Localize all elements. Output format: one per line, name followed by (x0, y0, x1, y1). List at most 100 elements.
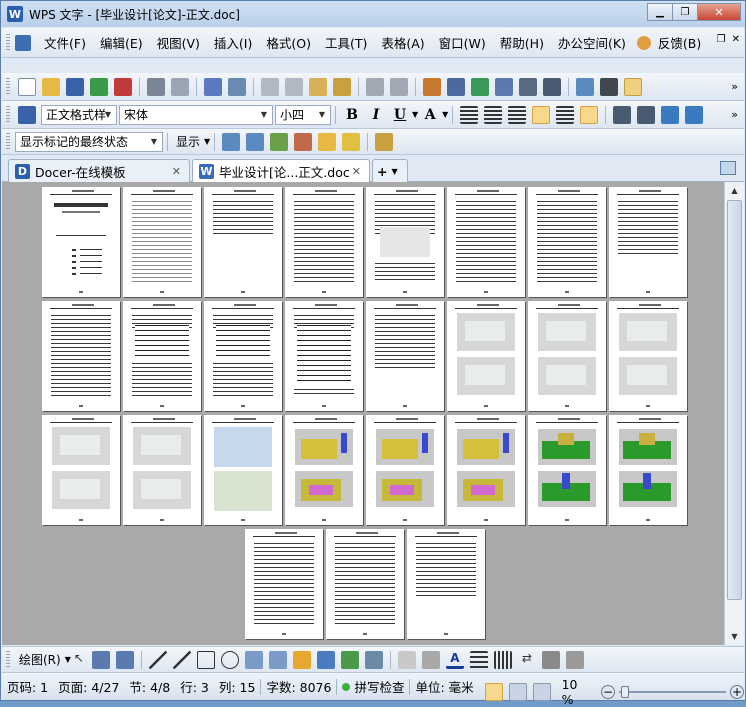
web-view-icon[interactable] (508, 683, 527, 701)
page-thumbnail[interactable] (42, 301, 120, 411)
vertical-scrollbar[interactable]: ▲ ▼ (724, 182, 744, 645)
toolbar-grip[interactable] (6, 132, 10, 151)
arrow-style-icon[interactable]: ⇄ (518, 651, 536, 669)
new-icon[interactable] (18, 77, 36, 96)
menu-edit[interactable]: 编辑(E) (93, 32, 150, 54)
fill-color-icon[interactable] (397, 650, 416, 669)
more-chevron-icon-2[interactable]: » (731, 108, 738, 121)
char-effect-button[interactable]: A (420, 105, 440, 125)
close-button[interactable]: ✕ (697, 3, 741, 21)
document-canvas[interactable] (2, 182, 724, 645)
picture-icon[interactable] (364, 650, 383, 669)
scroll-thumb[interactable] (727, 200, 742, 600)
arrow-icon[interactable] (172, 650, 191, 669)
3d-icon[interactable] (565, 650, 584, 669)
paste-icon[interactable] (309, 77, 327, 96)
undo-icon[interactable] (366, 77, 384, 96)
font-size-select[interactable]: 小四 ▼ (275, 104, 331, 125)
page-thumbnail[interactable] (366, 415, 444, 525)
vertical-textbox-icon[interactable] (268, 650, 287, 669)
markup-mode-select[interactable]: 显示标记的最终状态 ▼ (15, 131, 163, 152)
tab-close-icon[interactable]: ✕ (352, 165, 361, 178)
underline-button[interactable]: U (390, 105, 410, 125)
new-comment-icon[interactable] (318, 132, 337, 151)
redo-icon[interactable] (390, 77, 408, 96)
show-marks-icon[interactable] (600, 77, 618, 96)
menu-feedback[interactable]: 反馈(B) (651, 32, 708, 54)
zoom-in-icon[interactable]: + (730, 685, 744, 699)
menu-grip[interactable] (6, 33, 10, 52)
print-icon[interactable] (147, 77, 165, 96)
reject-change-icon[interactable] (294, 132, 313, 151)
page-thumbnail[interactable] (609, 415, 687, 525)
more-chevron-icon[interactable]: » (731, 80, 738, 93)
restore-doc-icon[interactable]: ❐ (717, 34, 726, 45)
line-icon[interactable] (148, 650, 167, 669)
page-thumbnail[interactable] (528, 415, 606, 525)
reading-mode-icon[interactable] (624, 77, 642, 96)
text-direction-icon[interactable] (543, 77, 561, 96)
rectangle-icon[interactable] (196, 650, 215, 669)
page-thumbnail[interactable] (528, 187, 606, 297)
pdf-icon[interactable] (114, 77, 132, 96)
bold-button[interactable]: B (342, 105, 362, 125)
insert-table-icon[interactable] (423, 77, 441, 96)
columns-icon[interactable] (519, 77, 537, 96)
page-thumbnail[interactable] (285, 301, 363, 411)
toolbar-grip[interactable] (6, 105, 10, 124)
toolbar-grip[interactable] (6, 650, 10, 669)
font-select[interactable]: 宋体 ▼ (119, 104, 273, 125)
page-thumbnail[interactable] (204, 415, 282, 525)
menu-insert[interactable]: 插入(I) (207, 32, 259, 54)
wps-app-icon[interactable]: W (7, 6, 23, 22)
zoom-out-icon[interactable]: − (601, 685, 615, 699)
wordart-icon[interactable] (292, 650, 311, 669)
menu-table[interactable]: 表格(A) (374, 32, 431, 54)
spellcheck-icon[interactable] (204, 77, 222, 96)
distribute-icon[interactable] (556, 105, 575, 124)
scroll-down-icon[interactable]: ▼ (725, 628, 744, 645)
align-center-icon[interactable] (484, 105, 503, 124)
page-thumbnail[interactable] (609, 301, 687, 411)
underline-dropdown-icon[interactable]: ▼ (412, 110, 418, 119)
increase-indent-icon[interactable] (685, 105, 704, 124)
page-thumbnail[interactable] (204, 301, 282, 411)
format-painter-icon[interactable] (228, 77, 246, 96)
hyperlink-icon[interactable] (471, 77, 489, 96)
tab-close-icon[interactable]: ✕ (172, 165, 181, 178)
page-thumbnail[interactable] (42, 415, 120, 525)
status-unit[interactable]: 单位: 毫米 (410, 677, 478, 696)
ellipse-icon[interactable] (220, 650, 239, 669)
draw-menu[interactable]: 绘图(R) (15, 651, 65, 668)
toolbar-grip[interactable] (6, 77, 10, 96)
font-color-icon[interactable]: A (445, 651, 464, 669)
menu-file[interactable]: 文件(F) (37, 32, 93, 54)
highlight-icon[interactable] (342, 132, 361, 151)
page-thumbnail[interactable] (123, 187, 201, 297)
save-icon[interactable] (66, 77, 84, 96)
draw-dropdown-icon[interactable]: ▼ (65, 655, 71, 664)
zoom-slider[interactable] (618, 686, 727, 698)
style-select[interactable]: 正文格式样 ▼ (41, 104, 117, 125)
menu-window[interactable]: 窗口(W) (432, 32, 493, 54)
page-thumbnail[interactable] (447, 301, 525, 411)
line-style-icon[interactable] (469, 650, 488, 669)
brush-icon[interactable] (333, 77, 351, 96)
page-thumbnail[interactable] (528, 301, 606, 411)
formula-icon[interactable] (447, 77, 465, 96)
page-thumbnail[interactable] (366, 301, 444, 411)
print-preview-icon[interactable] (171, 77, 189, 96)
textbox-icon[interactable] (244, 650, 263, 669)
accept-change-icon[interactable] (270, 132, 289, 151)
prev-change-icon[interactable] (222, 132, 241, 151)
show-dropdown-icon[interactable]: ▼ (204, 137, 210, 146)
table-icon[interactable] (495, 77, 513, 96)
page-thumbnail[interactable] (609, 187, 687, 297)
page-thumbnail[interactable] (42, 187, 120, 297)
page-thumbnail[interactable] (447, 187, 525, 297)
shapes-icon[interactable] (115, 650, 134, 669)
tab-document[interactable]: W 毕业设计[论...正文.doc ✕ (192, 159, 370, 183)
page-thumbnail[interactable] (407, 529, 485, 639)
dash-style-icon[interactable] (493, 650, 512, 669)
page-thumbnail[interactable] (326, 529, 404, 639)
